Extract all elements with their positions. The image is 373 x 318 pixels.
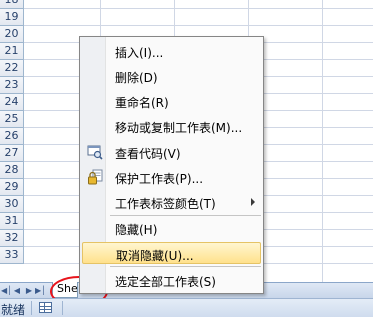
status-mode-text: 就绪 — [1, 303, 26, 317]
menu-item-label: 插入(I)... — [115, 46, 164, 60]
menu-item-label: 取消隐藏(U)... — [116, 249, 194, 263]
row-header[interactable]: 19 — [0, 9, 24, 26]
menu-item-tab-color[interactable]: 工作表标签颜色(T) — [82, 191, 261, 213]
menu-item-label: 移动或复制工作表(M)... — [115, 121, 243, 135]
menu-item-rename[interactable]: 重命名(R) — [82, 90, 261, 112]
row-header[interactable]: 27 — [0, 145, 24, 162]
status-divider — [31, 301, 32, 315]
menu-item-label: 查看代码(V) — [115, 147, 181, 161]
row-header[interactable]: 24 — [0, 94, 24, 111]
menu-item-move-copy[interactable]: 移动或复制工作表(M)... — [82, 115, 261, 137]
gridline-horizontal — [24, 8, 373, 9]
menu-item-label: 删除(D) — [115, 71, 158, 85]
menu-item-select-all-sheets[interactable]: 选定全部工作表(S) — [82, 269, 261, 291]
menu-item-delete[interactable]: 删除(D) — [82, 65, 261, 87]
menu-item-hide[interactable]: 隐藏(H) — [82, 217, 261, 239]
row-header[interactable]: 31 — [0, 213, 24, 230]
macro-record-icon[interactable] — [39, 302, 52, 313]
last-sheet-icon[interactable]: ▶│ — [35, 285, 46, 296]
status-divider — [62, 301, 63, 315]
menu-item-view-code[interactable]: 查看代码(V) — [82, 141, 261, 163]
menu-item-protect-sheet[interactable]: 保护工作表(P)... — [82, 166, 261, 188]
menu-item-label: 重命名(R) — [115, 96, 169, 110]
menu-separator — [110, 215, 261, 216]
row-header[interactable]: 33 — [0, 247, 24, 264]
menu-item-insert[interactable]: 插入(I)... — [82, 40, 261, 62]
row-header[interactable]: 18 — [0, 0, 24, 9]
menu-item-unhide[interactable]: 取消隐藏(U)... — [82, 242, 261, 264]
protect-sheet-icon — [88, 169, 103, 185]
row-header[interactable]: 20 — [0, 26, 24, 43]
gridline-vertical — [322, 0, 323, 282]
menu-item-label: 工作表标签颜色(T) — [115, 197, 216, 211]
first-sheet-icon[interactable]: ◀│ — [1, 285, 12, 296]
row-header[interactable]: 32 — [0, 230, 24, 247]
menu-item-label: 隐藏(H) — [115, 223, 158, 237]
row-header[interactable]: 21 — [0, 43, 24, 60]
row-header[interactable]: 29 — [0, 179, 24, 196]
menu-item-label: 保护工作表(P)... — [115, 172, 204, 186]
row-header[interactable]: 23 — [0, 77, 24, 94]
gridline-horizontal — [24, 25, 373, 26]
menu-separator — [110, 266, 261, 267]
row-header[interactable]: 26 — [0, 128, 24, 145]
row-header[interactable]: 22 — [0, 60, 24, 77]
sheet-context-menu: 插入(I)... 删除(D) 重命名(R) 移动或复制工作表(M)... 查看代… — [79, 36, 264, 294]
submenu-arrow-icon — [251, 198, 255, 206]
row-header[interactable]: 25 — [0, 111, 24, 128]
next-sheet-icon[interactable]: ▶ — [24, 285, 34, 296]
row-header[interactable]: 30 — [0, 196, 24, 213]
prev-sheet-icon[interactable]: ◀ — [12, 285, 22, 296]
status-bar: 就绪 — [0, 298, 373, 317]
menu-item-label: 选定全部工作表(S) — [115, 275, 216, 289]
row-header[interactable]: 28 — [0, 162, 24, 179]
view-code-icon — [87, 145, 103, 160]
